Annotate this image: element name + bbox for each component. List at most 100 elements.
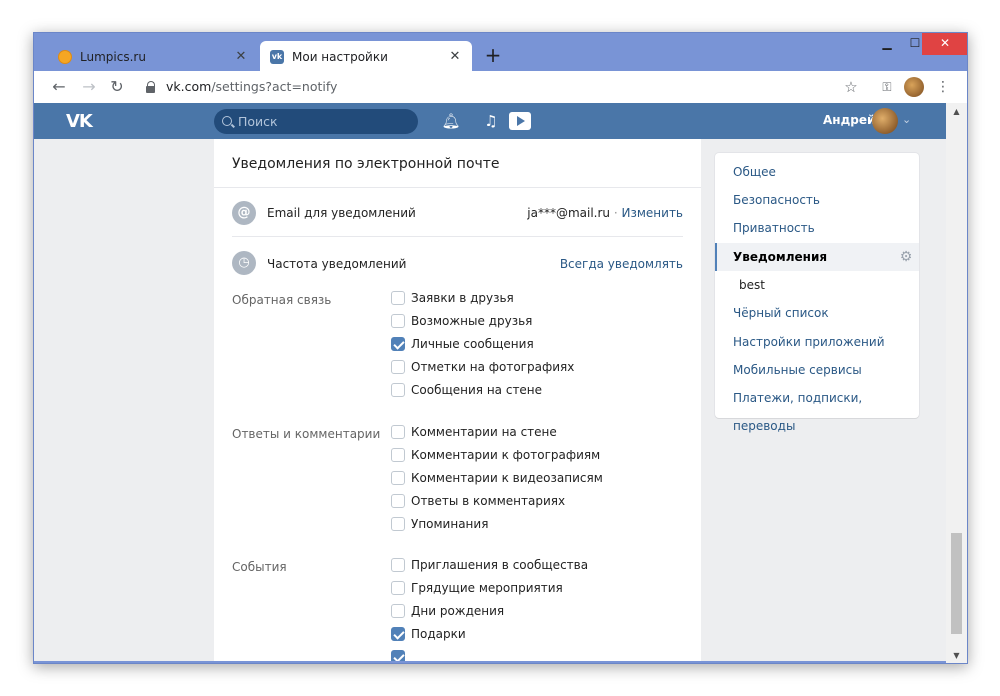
checkbox-private-messages[interactable]: Личные сообщения — [391, 334, 534, 354]
menu-item-general[interactable]: Общее — [715, 158, 919, 186]
lock-icon[interactable] — [146, 81, 156, 93]
reload-button[interactable]: ↻ — [106, 76, 128, 98]
change-email-link[interactable]: Изменить — [622, 206, 684, 220]
checkbox-label: Личные сообщения — [411, 337, 534, 351]
checkbox-box[interactable] — [391, 558, 405, 572]
play-icon[interactable] — [509, 112, 531, 130]
clock-icon: ◷ — [232, 251, 256, 275]
menu-item-app-settings[interactable]: Настройки приложений — [715, 328, 919, 356]
menu-dots-icon[interactable]: ⋮ — [932, 76, 954, 98]
menu-item-privacy[interactable]: Приватность — [715, 214, 919, 242]
new-tab-button[interactable]: + — [481, 43, 505, 67]
checkbox-box[interactable] — [391, 448, 405, 462]
menu-item-blacklist[interactable]: Чёрный список — [715, 299, 919, 327]
checkbox-box[interactable] — [391, 581, 405, 595]
email-label: Email для уведомлений — [267, 206, 416, 220]
checkbox-box[interactable] — [391, 627, 405, 641]
checkbox-photo-comments[interactable]: Комментарии к фотографиям — [391, 445, 600, 465]
checkbox-box[interactable] — [391, 291, 405, 305]
url-path: /settings?act=notify — [211, 79, 338, 94]
checkbox-label: Заявки в друзья — [411, 291, 514, 305]
checkbox-box[interactable] — [391, 425, 405, 439]
checkbox-box[interactable] — [391, 517, 405, 531]
url-host: vk.com — [166, 79, 212, 94]
checkbox-label: Упоминания — [411, 517, 489, 531]
vk-logo[interactable]: VK — [66, 111, 93, 132]
at-icon: @ — [232, 201, 256, 225]
checkbox-box[interactable] — [391, 604, 405, 618]
bell-icon[interactable]: 🔔︎ — [441, 111, 461, 131]
music-icon[interactable]: ♫ — [481, 111, 501, 131]
forward-button[interactable]: → — [78, 76, 100, 98]
separator-dot: · — [613, 206, 622, 220]
back-button[interactable]: ← — [48, 76, 70, 98]
checkbox-label: Возможные друзья — [411, 314, 533, 328]
browser-window: Lumpics.ru ✕ vk Мои настройки ✕ + ▁ ☐ ✕ … — [33, 32, 968, 664]
checkbox-mentions[interactable]: Упоминания — [391, 514, 488, 534]
checkbox-gifts[interactable]: Подарки — [391, 624, 466, 644]
checkbox-box[interactable] — [391, 471, 405, 485]
scroll-down-icon[interactable]: ▼ — [951, 651, 962, 660]
lumpics-icon — [58, 49, 72, 64]
checkbox-photo-tags[interactable]: Отметки на фотографиях — [391, 357, 574, 377]
user-avatar[interactable] — [872, 108, 898, 134]
checkbox-cut-off[interactable] — [391, 647, 411, 661]
checkbox-box[interactable] — [391, 360, 405, 374]
star-icon[interactable]: ☆ — [840, 76, 862, 98]
user-name[interactable]: Андрей — [823, 113, 875, 127]
menu-item-label: Уведомления — [733, 250, 828, 264]
browser-toolbar: ← → ↻ vk.com/settings?act=notify ☆ ⚿ ⋮ — [34, 71, 967, 103]
settings-card: Уведомления по электронной почте @ Email… — [214, 139, 701, 661]
key-icon[interactable]: ⚿ — [876, 76, 898, 98]
checkbox-box[interactable] — [391, 650, 405, 661]
scroll-up-icon[interactable]: ▲ — [951, 107, 962, 116]
checkbox-wall-posts[interactable]: Сообщения на стене — [391, 380, 542, 400]
email-value: ja***@mail.ru — [527, 206, 611, 220]
menu-item-mobile[interactable]: Мобильные сервисы — [715, 356, 919, 384]
divider — [232, 236, 683, 237]
checkbox-label: Сообщения на стене — [411, 383, 543, 397]
email-row-value: ja***@mail.ru · Изменить — [527, 206, 683, 220]
menu-item-notifications[interactable]: Уведомления ⚙ — [715, 243, 919, 271]
checkbox-birthdays[interactable]: Дни рождения — [391, 601, 504, 621]
close-icon[interactable]: ✕ — [230, 49, 252, 64]
checkbox-wall-comments[interactable]: Комментарии на стене — [391, 422, 557, 442]
page-scrollbar[interactable]: ▲ ▼ — [946, 103, 967, 663]
checkbox-box[interactable] — [391, 383, 405, 397]
search-icon — [222, 116, 232, 126]
vk-icon: vk — [270, 49, 284, 64]
group-label-feedback: Обратная связь — [232, 293, 332, 307]
checkbox-community-invites[interactable]: Приглашения в сообщества — [391, 555, 588, 575]
checkbox-friend-requests[interactable]: Заявки в друзья — [391, 288, 514, 308]
menu-item-best[interactable]: best — [715, 271, 919, 299]
menu-item-payments[interactable]: Платежи, подписки, переводы — [715, 384, 919, 433]
scroll-thumb[interactable] — [951, 533, 962, 634]
checkbox-label: Грядущие мероприятия — [411, 581, 563, 595]
chevron-down-icon[interactable]: ⌄ — [902, 113, 911, 126]
close-icon[interactable]: ✕ — [444, 49, 466, 64]
tab-vk-settings[interactable]: vk Мои настройки ✕ — [260, 41, 472, 72]
profile-avatar[interactable] — [904, 77, 924, 97]
tab-title: Мои настройки — [292, 49, 388, 64]
checkbox-box[interactable] — [391, 494, 405, 508]
search-input[interactable]: Поиск — [214, 109, 418, 134]
frequency-label: Частота уведомлений — [267, 257, 407, 271]
checkbox-possible-friends[interactable]: Возможные друзья — [391, 311, 532, 331]
group-label-replies: Ответы и комментарии — [232, 427, 381, 441]
checkbox-box[interactable] — [391, 337, 405, 351]
tab-lumpics[interactable]: Lumpics.ru ✕ — [48, 41, 258, 72]
checkbox-label: Приглашения в сообщества — [411, 558, 589, 572]
menu-item-security[interactable]: Безопасность — [715, 186, 919, 214]
page-body: Уведомления по электронной почте @ Email… — [34, 139, 946, 661]
checkbox-upcoming-events[interactable]: Грядущие мероприятия — [391, 578, 563, 598]
window-close-button[interactable]: ✕ — [922, 33, 967, 55]
address-bar[interactable]: vk.com/settings?act=notify — [166, 77, 337, 97]
checkbox-video-comments[interactable]: Комментарии к видеозаписям — [391, 468, 603, 488]
desktop: Lumpics.ru ✕ vk Мои настройки ✕ + ▁ ☐ ✕ … — [0, 0, 1000, 696]
frequency-dropdown[interactable]: Всегда уведомлять — [560, 257, 683, 271]
minimize-button[interactable]: ▁ — [873, 33, 901, 55]
tab-title: Lumpics.ru — [80, 49, 146, 64]
gear-icon[interactable]: ⚙ — [899, 250, 913, 264]
checkbox-comment-replies[interactable]: Ответы в комментариях — [391, 491, 565, 511]
checkbox-box[interactable] — [391, 314, 405, 328]
